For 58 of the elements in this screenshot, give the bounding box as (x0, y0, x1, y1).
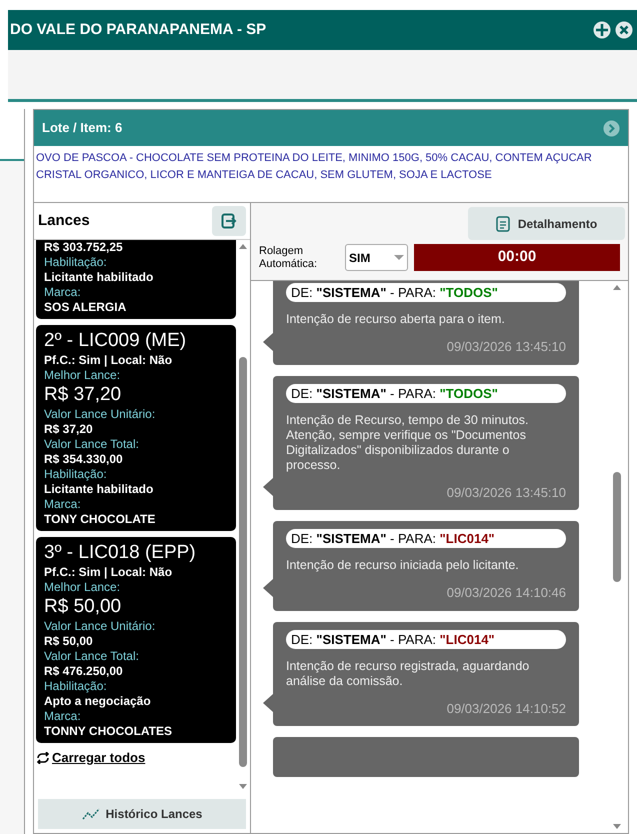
document-icon (496, 216, 510, 232)
detail-button[interactable]: Detalhamento (468, 207, 625, 240)
field-label: Melhor Lance: (44, 580, 122, 595)
move-icon[interactable] (593, 21, 611, 39)
bidder-title: 2º - LIC009 (ME) (44, 329, 188, 353)
exit-button[interactable] (212, 206, 246, 236)
best-bid-value: R$ 50,00 (44, 595, 122, 619)
field-label: Marca: (44, 709, 82, 724)
close-icon[interactable] (615, 21, 633, 39)
field-label: Habilitação: (44, 255, 108, 270)
lote-title: Lote / Item: 6 (42, 119, 122, 138)
field-label: Habilitação: (44, 679, 108, 694)
field-label: Valor Lance Unitário: (44, 619, 156, 634)
field-value: R$ 476.250,00 (44, 664, 124, 679)
field-value: TONNY CHOCOLATES (44, 724, 174, 739)
item-description: OVO DE PASCOA - CHOCOLATE SEM PROTEINA DO LEITE, MINIMO 150G, 50% CACAU, CONTEM AÇUCAR CRISTAL ORGANICO, LICOR E MANTEIGA DE CACAU, SEM GLUTEM, SOJA E LACTOSE (36, 151, 593, 183)
message-text: Intenção de recurso iniciada pelo licitante. (286, 558, 520, 573)
window-title: DO VALE DO PARANAPANEMA - SP (10, 20, 266, 40)
field-label: Valor Lance Total: (44, 437, 140, 452)
exit-icon (221, 213, 237, 229)
refresh-icon (36, 752, 50, 764)
message-time: 09/03/2026 13:45:10 (446, 338, 566, 356)
message-time: 09/03/2026 13:45:10 (446, 484, 566, 502)
field-value: Licitante habilitado (44, 270, 154, 285)
history-button[interactable]: Histórico Lances (38, 799, 246, 829)
chart-line-icon (82, 807, 100, 821)
field-value: SOS ALERGIA (44, 300, 128, 315)
field-value: Pf.C.: Sim | Local: Não (44, 565, 174, 580)
field-label: Melhor Lance: (44, 368, 122, 383)
field-value: Apto a negociação (44, 694, 152, 709)
field-label: Habilitação: (44, 467, 108, 482)
timer: 00:00 (414, 244, 620, 271)
field-value: R$ 354.330,00 (44, 452, 124, 467)
field-label: Marca: (44, 497, 82, 512)
autoscroll-label: Rolagem Automática: (259, 244, 318, 270)
best-bid-value: R$ 37,20 (44, 383, 122, 407)
message-text: Intenção de Recurso, tempo de 30 minutos. Atenção, sempre verifique os "Documentos Digitalizados" disponibilizados durante o processo. (286, 412, 530, 472)
field-value: R$ 37,20 (44, 422, 94, 437)
message-time: 09/03/2026 14:10:46 (446, 584, 566, 602)
bidder-title: 3º - LIC018 (EPP) (44, 541, 197, 565)
message-header: DE: "SISTEMA" - PARA: "TODOS" (286, 384, 566, 402)
field-label: Valor Lance Unitário: (44, 407, 156, 422)
field-value: Licitante habilitado (44, 482, 154, 497)
message-text: Intenção de recurso aberta para o item. (286, 312, 506, 327)
field-value: R$ 303.752,25 (44, 240, 124, 255)
message-header: DE: "SISTEMA" - PARA: "LIC014" (286, 529, 566, 548)
field-label: Valor Lance Total: (44, 649, 140, 664)
message-text: Intenção de recurso registrada, aguardando análise da comissão. (286, 658, 530, 688)
load-all-link[interactable]: Carregar todos (52, 748, 146, 768)
field-label: Marca: (44, 285, 82, 300)
message-time: 09/03/2026 14:10:52 (446, 700, 566, 718)
lances-title: Lances (38, 210, 90, 231)
message-header: DE: "SISTEMA" - PARA: "TODOS" (286, 283, 566, 302)
message-header: DE: "SISTEMA" - PARA: "LIC014" (286, 630, 566, 648)
field-value: R$ 50,00 (44, 634, 94, 649)
autoscroll-select[interactable]: SIM (345, 244, 408, 271)
field-value: TONY CHOCOLATE (44, 512, 156, 527)
field-value: Pf.C.: Sim | Local: Não (44, 353, 174, 368)
